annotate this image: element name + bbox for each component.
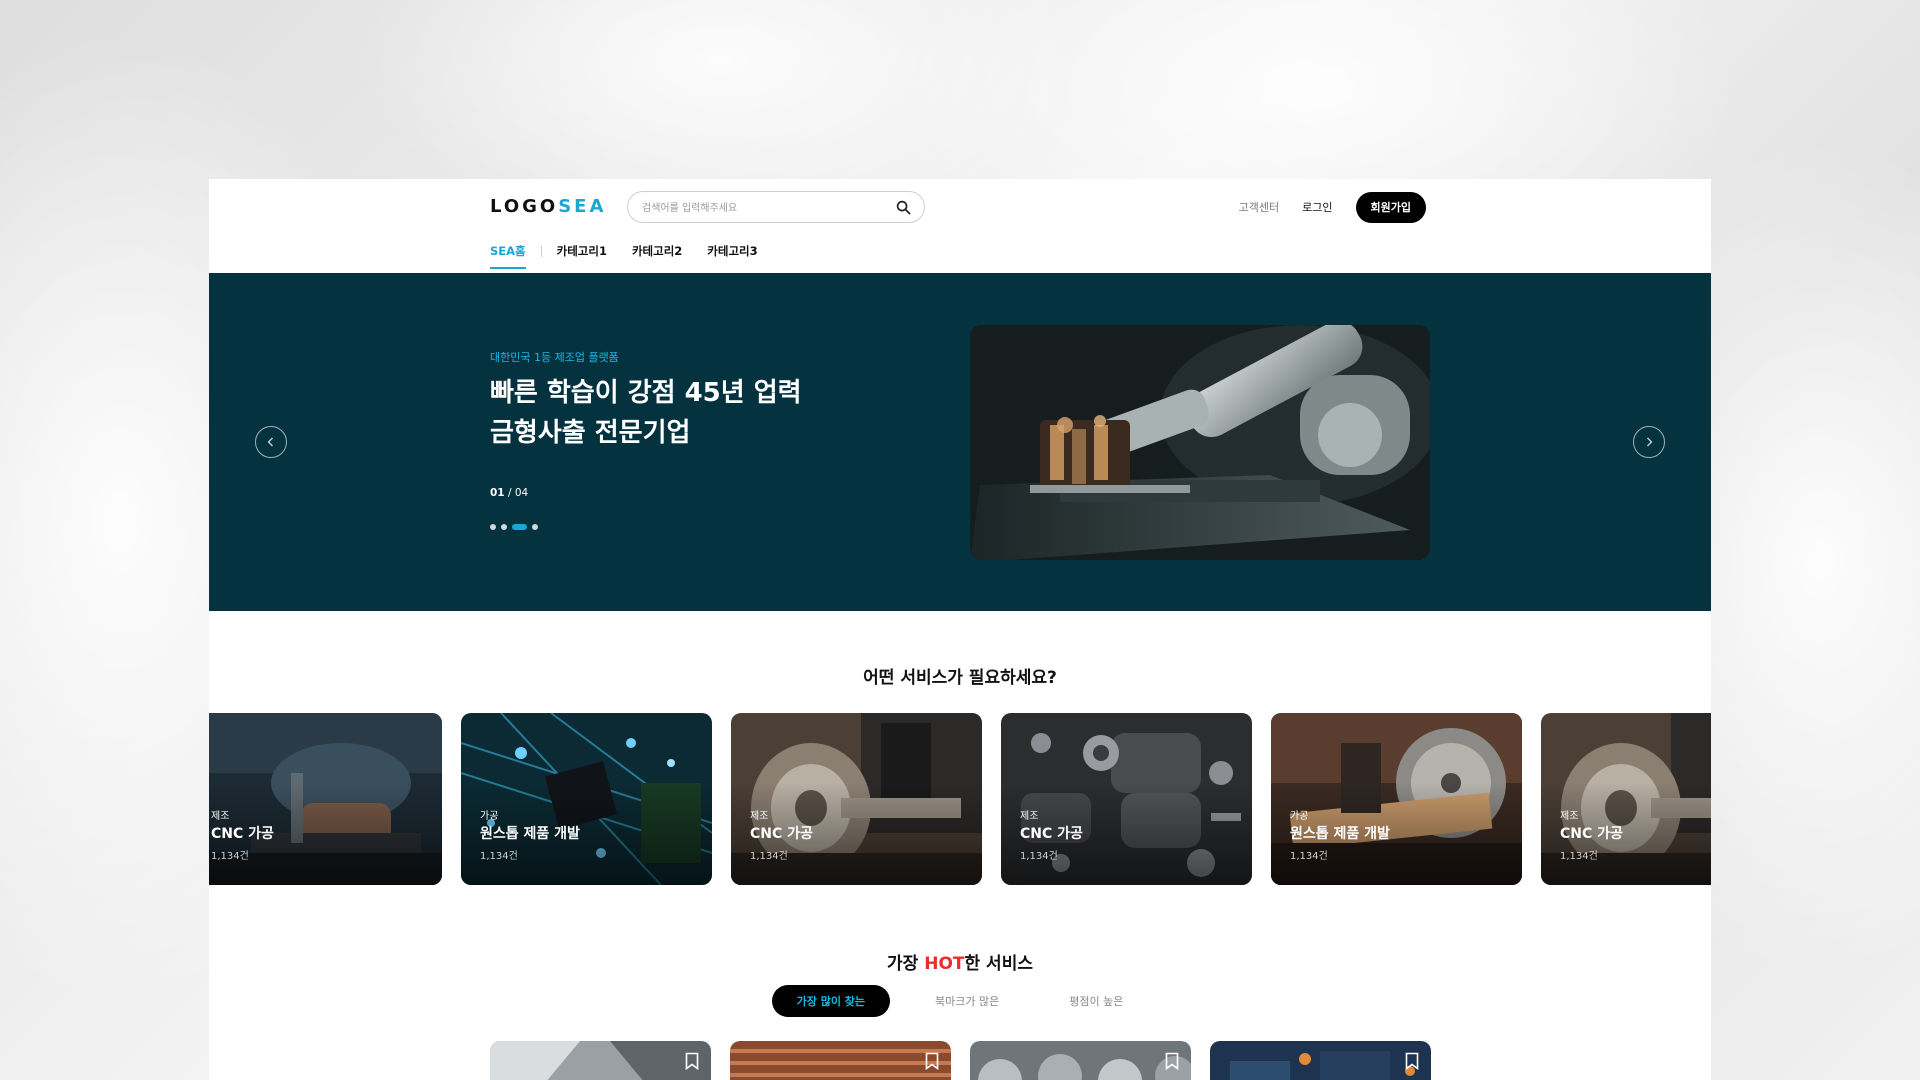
service-card[interactable]: 가공 원스톱 제품 개발 1,134건 [1271,713,1522,885]
tab-sea-home[interactable]: SEA홈 [490,235,526,269]
hot-title-post: 한 서비스 [964,954,1033,974]
card-category: 가공 [480,811,499,822]
signup-button[interactable]: 회원가입 [1355,191,1426,223]
robot-arm-illustration [970,325,1430,560]
hero-slide-counter: 01 / 04 [490,487,528,499]
product-image-electronics [1210,1041,1431,1080]
product-image-steel [490,1041,711,1080]
chevron-left-icon [267,437,273,447]
service-card[interactable]: 제조 CNC 가공 1,134건 [1541,713,1711,885]
card-category: 제조 [750,811,769,822]
card-title: CNC 가공 [211,826,274,842]
service-card[interactable]: 제조 CNC 가공 1,134건 [1001,713,1252,885]
filter-most-bookmarked[interactable]: 북마크가 많은 [910,985,1024,1017]
card-title: CNC 가공 [750,826,813,842]
card-title: 원스톱 제품 개발 [480,826,580,842]
bookmark-icon[interactable] [1165,1052,1179,1070]
card-category: 제조 [1560,811,1579,822]
product-image-copper [730,1041,951,1080]
hot-title-pre: 가장 [887,954,925,974]
service-card[interactable]: 제조 CNC 가공 1,134건 [209,713,442,885]
customer-center-link[interactable]: 고객센터 [1239,199,1279,215]
nav-divider [540,246,542,257]
hero-slide-total: / 04 [507,487,529,499]
search-bar [627,191,925,223]
services-section-title: 어떤 서비스가 필요하세요? [863,668,1057,688]
card-title: CNC 가공 [1560,826,1623,842]
tab-category-3[interactable]: 카테고리3 [707,235,757,269]
hero-slide-current: 01 [490,487,505,499]
web-page: LOGOSEA 고객센터 로그인 회원가입 SEA홈 카테고리1 카테고리2 카… [209,179,1711,1080]
hero-dot-3[interactable] [512,524,527,530]
service-card[interactable]: 제조 CNC 가공 1,134건 [731,713,982,885]
card-count: 1,134건 [1560,851,1598,862]
hot-title-highlight: HOT [924,954,965,974]
card-count: 1,134건 [211,851,249,862]
card-category: 제조 [1020,811,1039,822]
card-title: CNC 가공 [1020,826,1083,842]
tab-category-1[interactable]: 카테고리1 [557,235,607,269]
hero-dot-4[interactable] [532,524,538,530]
hot-filter-tabs: 가장 많이 찾는 북마크가 많은 평점이 높은 [209,985,1711,1017]
card-count: 1,134건 [480,851,518,862]
card-count: 1,134건 [1020,851,1058,862]
logo-accent: SEA [558,196,607,217]
hero-next-button[interactable] [1633,426,1665,458]
card-category: 가공 [1290,811,1309,822]
product-card[interactable] [1210,1041,1431,1080]
card-title: 원스톱 제품 개발 [1290,826,1390,842]
hero-headline-line2: 금형사출 전문기업 [490,418,691,448]
card-count: 1,134건 [1290,851,1328,862]
hero-dot-2[interactable] [501,524,507,530]
hero-prev-button[interactable] [255,426,287,458]
service-card[interactable]: 가공 원스톱 제품 개발 1,134건 [461,713,712,885]
search-input[interactable] [642,199,882,217]
filter-most-searched[interactable]: 가장 많이 찾는 [771,985,891,1017]
hero-pagination-dots [490,524,538,530]
bookmark-icon[interactable] [1405,1052,1419,1070]
product-image-fittings [970,1041,1191,1080]
card-category: 제조 [211,811,230,822]
search-icon[interactable] [896,200,911,215]
site-header: LOGOSEA 고객센터 로그인 회원가입 SEA홈 카테고리1 카테고리2 카… [209,179,1711,273]
hero-headline-line1: 빠른 학습이 강점 45년 업력 [490,378,802,408]
hero-dot-1[interactable] [490,524,496,530]
hot-section-title: 가장 HOT한 서비스 [209,949,1711,974]
chevron-right-icon [1647,437,1653,447]
tab-category-2[interactable]: 카테고리2 [632,235,682,269]
product-card[interactable] [970,1041,1191,1080]
hero-eyebrow: 대한민국 1등 제조업 플랫폼 [490,351,619,364]
filter-top-rated[interactable]: 평점이 높은 [1044,985,1148,1017]
hot-product-list [490,1041,1431,1080]
logo-main: LOGO [490,196,559,217]
bookmark-icon[interactable] [685,1052,699,1070]
hero-headline: 빠른 학습이 강점 45년 업력 금형사출 전문기업 [490,373,802,453]
hero-banner: 대한민국 1등 제조업 플랫폼 빠른 학습이 강점 45년 업력 금형사출 전문… [209,273,1711,611]
logo[interactable]: LOGOSEA [490,196,606,217]
login-link[interactable]: 로그인 [1302,199,1332,215]
header-utility-menu: 고객센터 로그인 회원가입 [1239,191,1426,223]
category-nav: SEA홈 카테고리1 카테고리2 카테고리3 [490,235,783,273]
service-card-carousel: 제조 CNC 가공 1,134건 가공 원스톱 제품 개발 1,134건 제조 … [209,713,1711,885]
product-card[interactable] [730,1041,951,1080]
card-count: 1,134건 [750,851,788,862]
product-card[interactable] [490,1041,711,1080]
hero-image-robot-arm [970,325,1430,560]
bookmark-icon[interactable] [925,1052,939,1070]
